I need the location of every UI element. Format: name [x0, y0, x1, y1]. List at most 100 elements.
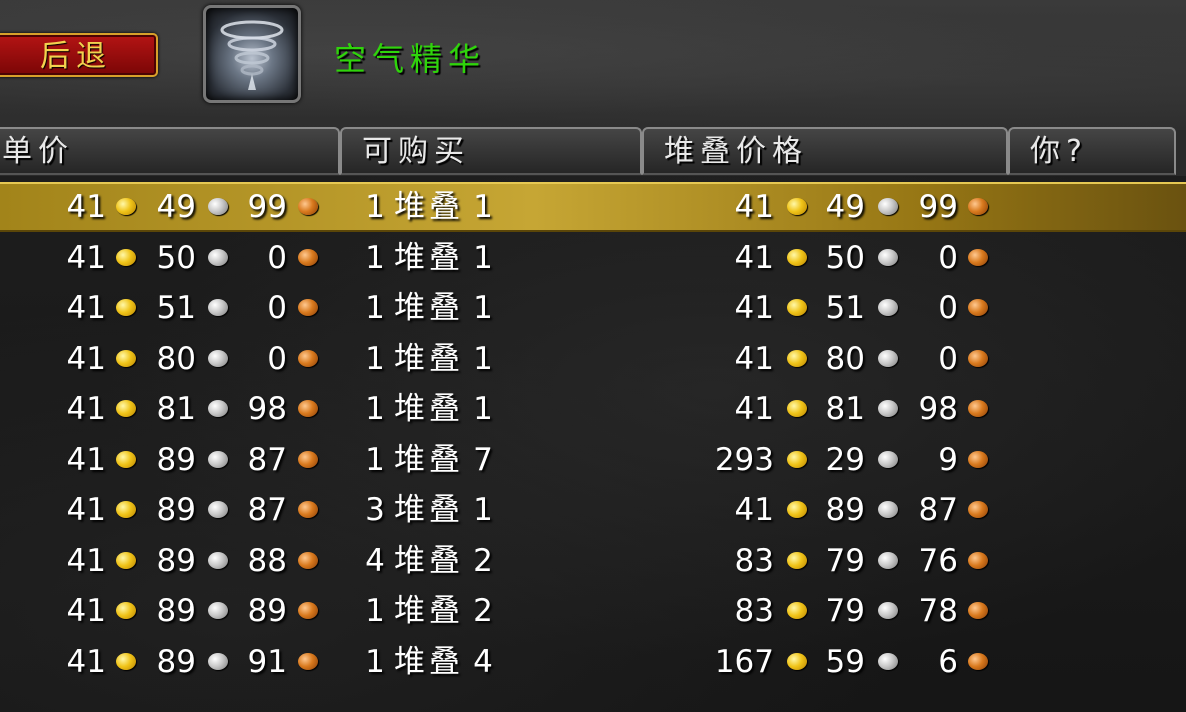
stack-price-copper: 87 — [918, 492, 958, 528]
silver-coin-icon — [878, 198, 898, 215]
stack-price-silver: 29 — [825, 441, 865, 478]
silver-coin-icon — [208, 501, 228, 518]
listing-row[interactable]: 41 51 0 1 堆叠 1 41 51 0 — [0, 283, 1186, 333]
column-header-stack-price[interactable]: 堆叠价格 — [642, 127, 1008, 175]
unit-price-copper: 88 — [247, 542, 287, 579]
unit-price-copper: 99 — [247, 189, 287, 225]
gold-coin-icon — [787, 349, 807, 367]
unit-price-copper: 91 — [247, 643, 287, 680]
unit-price-copper: 89 — [247, 593, 287, 629]
stack-info: 1 堆叠 1 — [364, 182, 494, 232]
unit-price-silver: 89 — [156, 542, 196, 579]
listing-row-selected[interactable]: 41 49 99 1 堆叠 1 41 49 99 — [0, 182, 1186, 232]
stack-label: 堆叠 — [394, 391, 464, 427]
air-essence-icon[interactable] — [203, 5, 301, 103]
gold-coin-icon — [787, 450, 807, 468]
stack-price-silver: 79 — [825, 593, 865, 629]
column-header-available[interactable]: 可购买 — [340, 127, 642, 175]
silver-coin-icon — [208, 248, 228, 266]
stack-price-copper: 78 — [918, 593, 958, 629]
stack-label: 堆叠 — [394, 239, 464, 276]
stack-price-gold: 41 — [734, 239, 774, 276]
gold-coin-icon — [787, 198, 807, 215]
unit-price-gold: 41 — [66, 239, 106, 276]
column-header-unit-price[interactable]: 单价 — [0, 127, 340, 175]
top-panel-background — [0, 0, 1186, 130]
unit-price-gold: 41 — [66, 643, 106, 680]
unit-price-copper: 98 — [247, 391, 287, 427]
stack-count: 3 — [365, 492, 385, 528]
listing-row[interactable]: 41 89 87 3 堆叠 1 41 89 87 — [0, 485, 1186, 535]
silver-coin-icon — [878, 400, 898, 417]
listing-row[interactable]: 41 89 87 1 堆叠 7 293 29 9 — [0, 435, 1186, 485]
unit-price-gold: 41 — [66, 340, 106, 377]
unit-price-copper: 0 — [267, 239, 287, 276]
stack-price-copper: 6 — [938, 643, 958, 680]
stack-price-copper: 0 — [938, 290, 958, 326]
stack-label: 堆叠 — [394, 542, 464, 579]
stack-count: 1 — [365, 290, 385, 326]
stack-size: 1 — [473, 391, 493, 427]
copper-coin-icon — [968, 248, 988, 266]
unit-price-gold: 41 — [66, 189, 106, 225]
stack-price-gold: 41 — [734, 290, 774, 326]
stack-size: 1 — [473, 239, 493, 276]
stack-size: 1 — [473, 290, 493, 326]
copper-coin-icon — [968, 551, 988, 569]
stack-price-copper: 9 — [938, 441, 958, 478]
stack-price-gold: 167 — [714, 643, 774, 680]
unit-price-silver: 89 — [156, 492, 196, 528]
stack-info: 1 堆叠 2 — [364, 586, 494, 636]
stack-label: 堆叠 — [394, 593, 464, 629]
copper-coin-icon — [968, 501, 988, 518]
listing-row[interactable]: 41 80 0 1 堆叠 1 41 80 0 — [0, 334, 1186, 384]
silver-coin-icon — [208, 198, 228, 215]
stack-size: 1 — [473, 189, 493, 225]
stack-price-silver: 80 — [825, 340, 865, 377]
stack-count: 1 — [365, 643, 385, 680]
gold-coin-icon — [116, 602, 136, 619]
stack-price-copper: 0 — [938, 340, 958, 377]
gold-coin-icon — [787, 400, 807, 417]
gold-coin-icon — [116, 400, 136, 417]
stack-count: 1 — [365, 239, 385, 276]
unit-price-gold: 41 — [66, 542, 106, 579]
stack-count: 1 — [365, 593, 385, 629]
stack-price-gold: 41 — [734, 492, 774, 528]
stack-price-silver: 79 — [825, 542, 865, 579]
unit-price-silver: 81 — [156, 391, 196, 427]
stack-label: 堆叠 — [394, 441, 464, 478]
silver-coin-icon — [208, 652, 228, 670]
copper-coin-icon — [298, 652, 318, 670]
stack-price-gold: 83 — [734, 542, 774, 579]
copper-coin-icon — [298, 501, 318, 518]
silver-coin-icon — [208, 349, 228, 367]
stack-count: 1 — [365, 441, 385, 478]
column-header-you[interactable]: 你? — [1008, 127, 1176, 175]
listing-row[interactable]: 41 89 91 1 堆叠 4 167 59 6 — [0, 637, 1186, 687]
gold-coin-icon — [787, 652, 807, 670]
copper-coin-icon — [968, 198, 988, 215]
copper-coin-icon — [298, 450, 318, 468]
stack-info: 4 堆叠 2 — [364, 536, 494, 586]
stack-info: 1 堆叠 4 — [364, 637, 494, 687]
stack-label: 堆叠 — [394, 340, 464, 377]
copper-coin-icon — [298, 602, 318, 619]
listing-row[interactable]: 41 50 0 1 堆叠 1 41 50 0 — [0, 233, 1186, 283]
gold-coin-icon — [116, 450, 136, 468]
stack-size: 7 — [473, 441, 493, 478]
gold-coin-icon — [787, 501, 807, 518]
stack-size: 1 — [473, 492, 493, 528]
listing-row[interactable]: 41 89 88 4 堆叠 2 83 79 76 — [0, 536, 1186, 586]
back-button[interactable]: 后退 — [0, 33, 158, 77]
listing-row[interactable]: 41 89 89 1 堆叠 2 83 79 78 — [0, 586, 1186, 636]
unit-price-copper: 87 — [247, 441, 287, 478]
listing-row[interactable]: 41 81 98 1 堆叠 1 41 81 98 — [0, 384, 1186, 434]
silver-coin-icon — [878, 349, 898, 367]
stack-price-silver: 89 — [825, 492, 865, 528]
stack-info: 1 堆叠 1 — [364, 283, 494, 333]
unit-price-silver: 89 — [156, 593, 196, 629]
gold-coin-icon — [116, 652, 136, 670]
copper-coin-icon — [298, 248, 318, 266]
stack-label: 堆叠 — [394, 290, 464, 326]
